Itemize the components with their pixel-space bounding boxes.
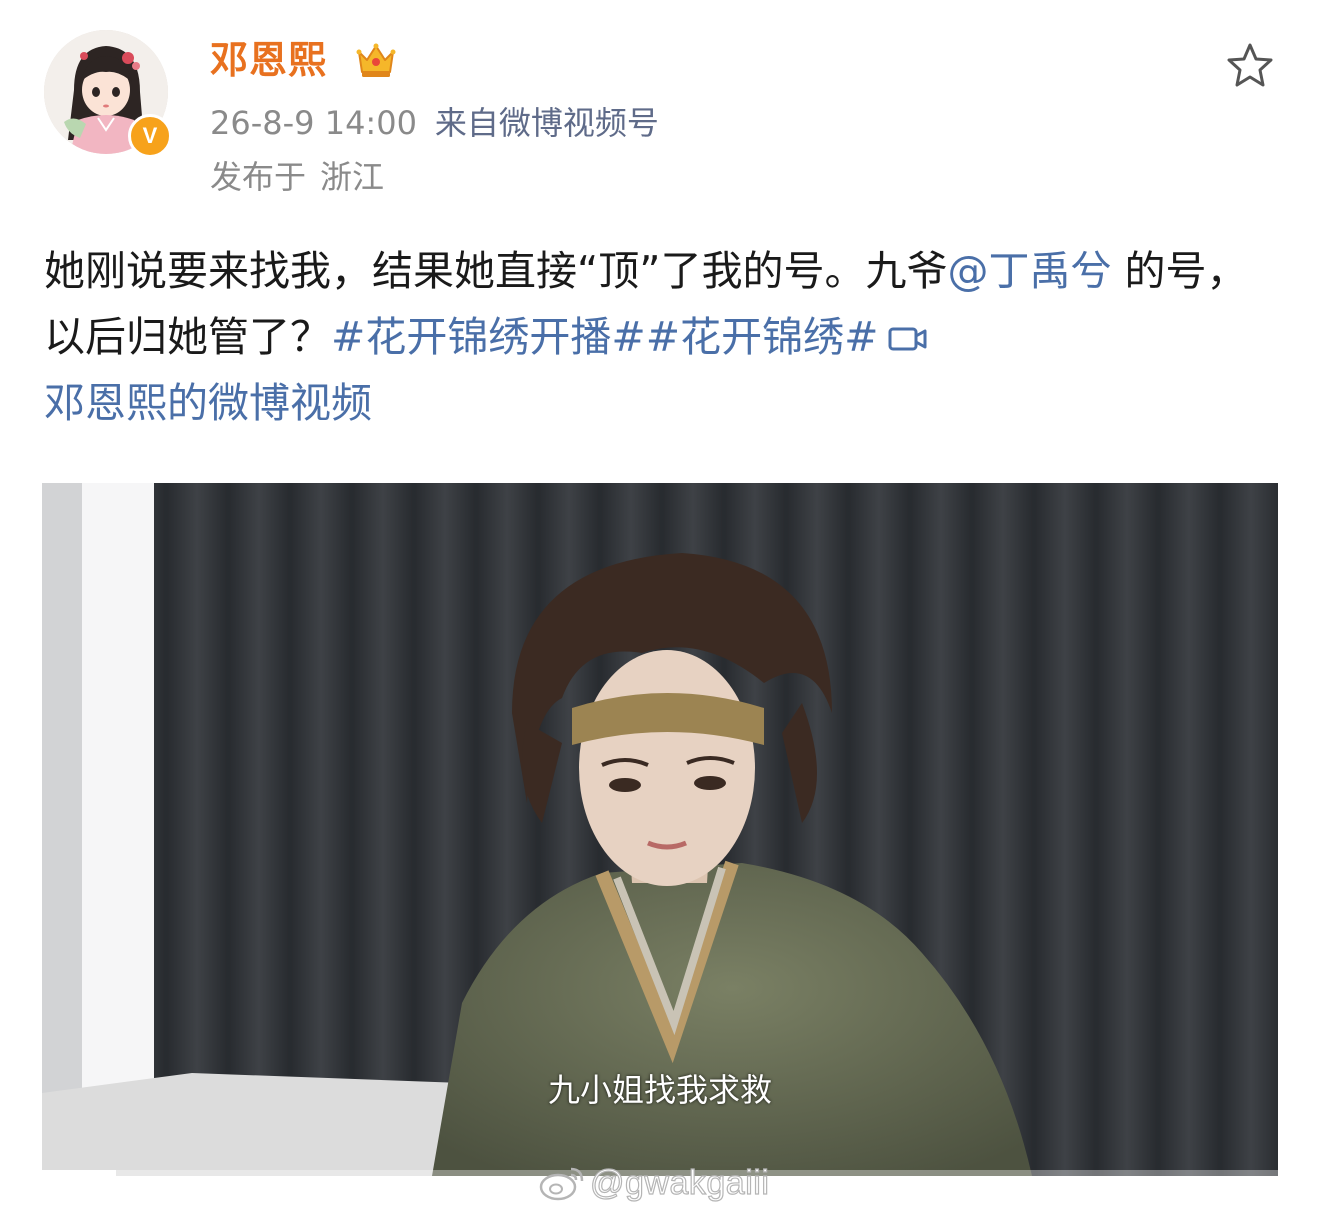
location-prefix: 发布于: [210, 158, 307, 196]
weibo-logo-icon: [539, 1167, 584, 1201]
video-camera-icon: [888, 327, 927, 351]
post-text-part-1: 她刚说要来找我，结果她直接“顶”了我的号。九爷: [44, 247, 948, 295]
post-meta: 26-8-9 14:00 来自微博视频号: [210, 101, 659, 145]
hashtag-link-2[interactable]: #花开锦绣#: [646, 313, 879, 361]
location-value: 浙江: [320, 158, 385, 196]
post-source[interactable]: 来自微博视频号: [435, 104, 659, 142]
post-timestamp: 26-8-9 14:00: [210, 104, 417, 142]
watermark-handle: @gwakgaiii: [589, 1163, 770, 1202]
star-outline-icon[interactable]: [1224, 40, 1276, 92]
video-progress-fill: [42, 1170, 117, 1176]
post-text: 她刚说要来找我，结果她直接“顶”了我的号。九爷@丁禹兮 的号，以后归她管了？#花…: [44, 238, 1276, 436]
post-location: 发布于 浙江: [210, 155, 384, 199]
video-subtitle: 九小姐找我求救: [547, 1071, 772, 1109]
watermark: @gwakgaiii: [538, 1160, 769, 1206]
video-link[interactable]: 邓恩熙的微博视频: [44, 379, 372, 427]
video-player[interactable]: 九小姐找我求救: [42, 483, 1278, 1176]
hashtag-link-1[interactable]: #花开锦绣开播#: [331, 313, 646, 361]
verified-v-icon: V: [128, 114, 172, 158]
mention-link[interactable]: @丁禹兮: [947, 247, 1111, 295]
username[interactable]: 邓恩熙: [210, 34, 327, 86]
crown-icon[interactable]: [354, 38, 398, 82]
